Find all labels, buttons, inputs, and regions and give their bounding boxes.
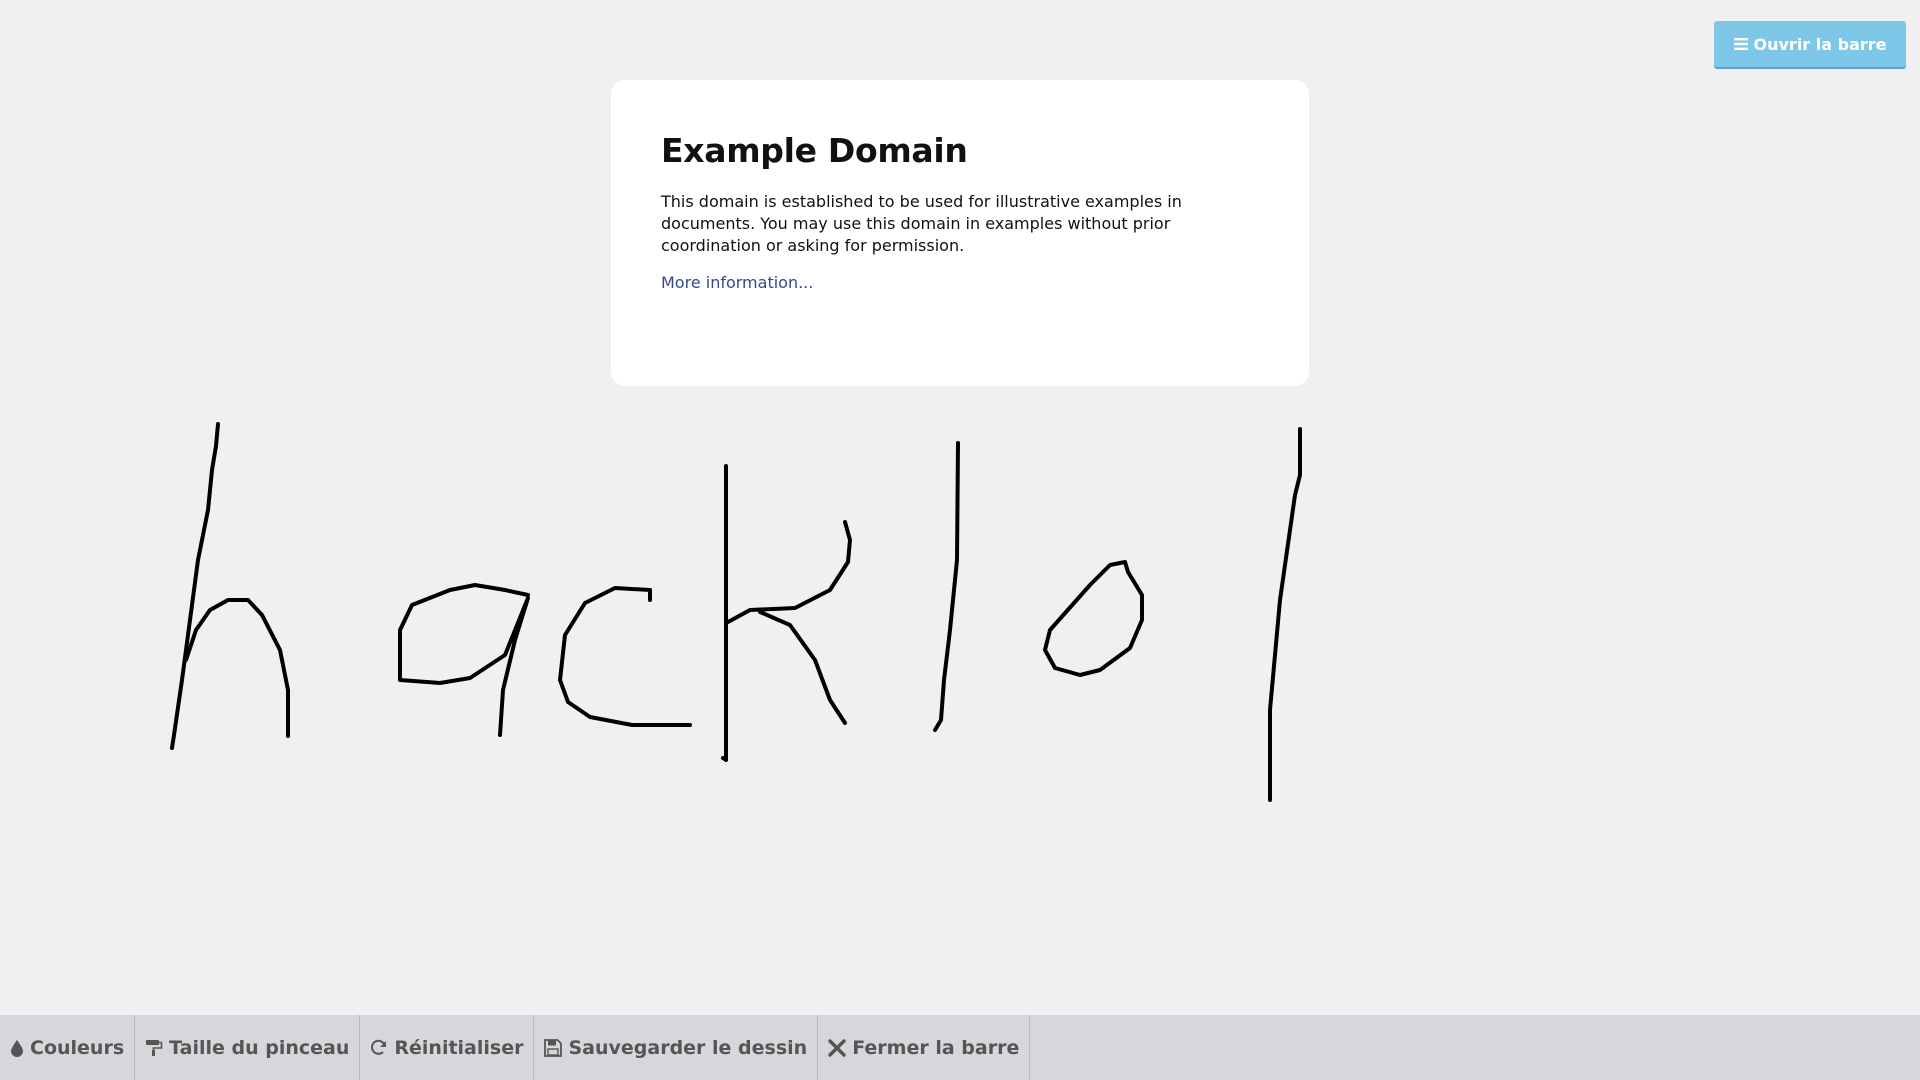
drawn-stroke <box>758 610 847 725</box>
drawn-stroke <box>721 464 728 762</box>
drawn-stroke <box>170 422 220 750</box>
close-bar-label: Fermer la barre <box>852 1036 1020 1059</box>
refresh-icon <box>370 1039 388 1057</box>
drawn-stroke <box>184 598 290 738</box>
close-bar-button[interactable]: Fermer la barre <box>818 1015 1031 1080</box>
colors-label: Couleurs <box>30 1036 125 1059</box>
brush-size-label: Taille du pinceau <box>169 1036 350 1059</box>
drawing-toolbar: Couleurs Taille du pinceau Réinitialiser… <box>0 1015 1920 1080</box>
drawn-stroke <box>558 586 692 727</box>
save-drawing-label: Sauvegarder le dessin <box>568 1036 808 1059</box>
drawing-canvas[interactable] <box>0 0 1920 1015</box>
colors-button[interactable]: Couleurs <box>0 1015 136 1080</box>
save-icon <box>544 1038 563 1057</box>
paint-roller-icon <box>145 1039 163 1057</box>
droplet-icon <box>10 1039 24 1057</box>
drawn-stroke <box>726 520 852 624</box>
save-drawing-button[interactable]: Sauvegarder le dessin <box>534 1015 819 1080</box>
drawn-stroke <box>1043 560 1144 677</box>
drawn-stroke <box>398 583 530 737</box>
reset-label: Réinitialiser <box>394 1036 524 1059</box>
close-icon <box>828 1038 846 1057</box>
drawn-stroke <box>1268 427 1302 802</box>
brush-size-button[interactable]: Taille du pinceau <box>135 1015 361 1080</box>
drawn-stroke <box>933 441 960 732</box>
reset-button[interactable]: Réinitialiser <box>360 1015 535 1080</box>
